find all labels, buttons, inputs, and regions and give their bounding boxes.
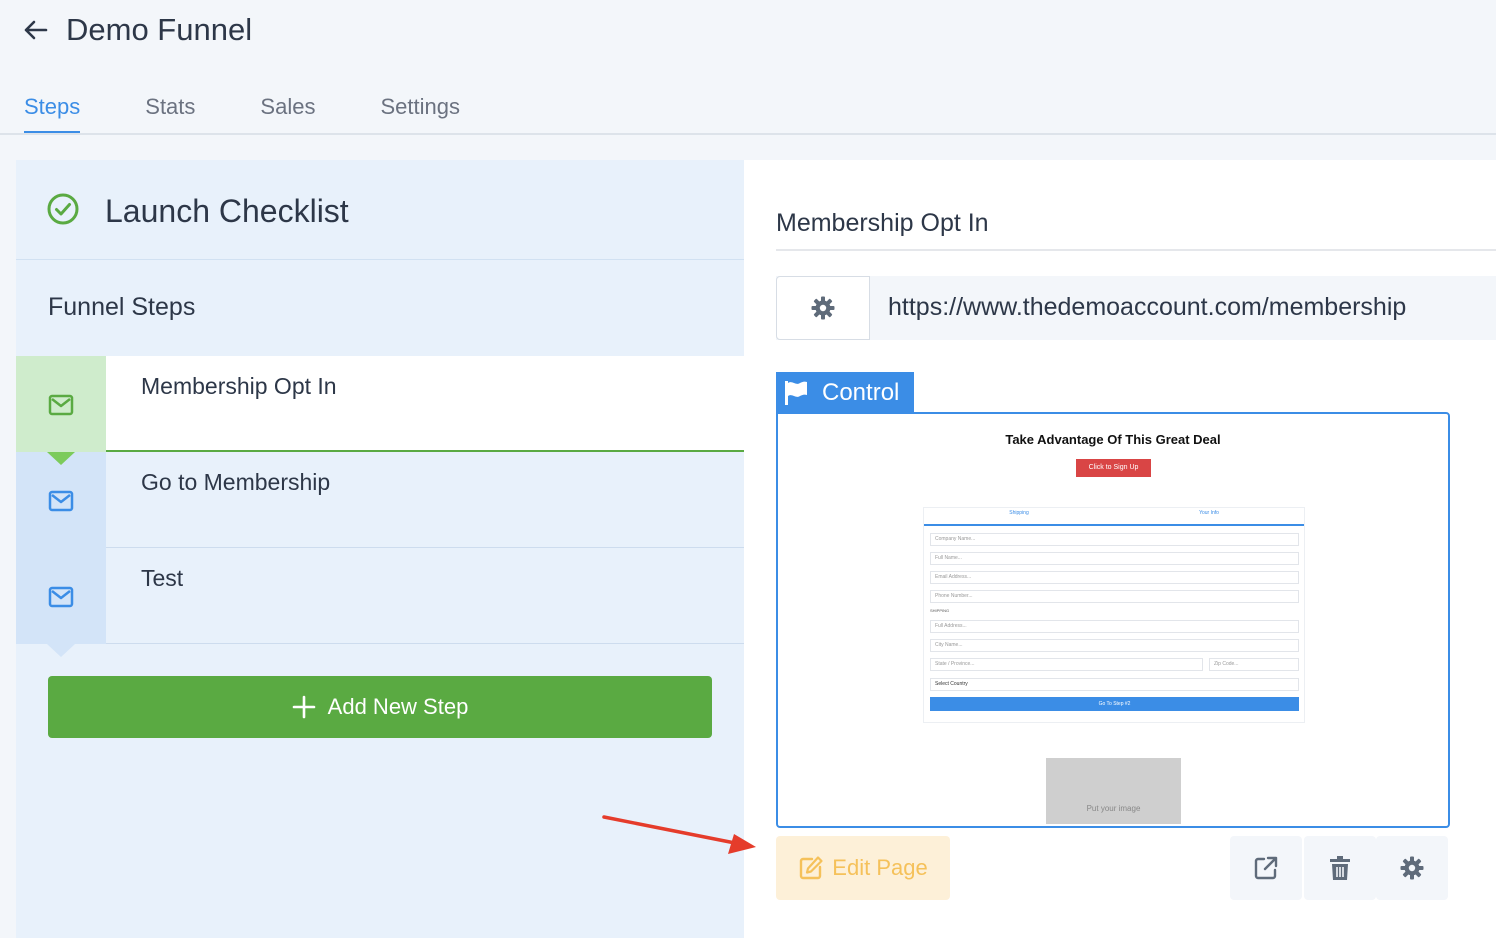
preview-field: Email Address...	[930, 571, 1299, 584]
add-new-step-button[interactable]: Add New Step	[48, 676, 712, 738]
external-link-icon	[1254, 856, 1278, 880]
envelope-icon	[48, 490, 74, 512]
funnel-step-membership-opt-in[interactable]: Membership Opt In	[16, 356, 744, 465]
header-divider	[0, 133, 1496, 135]
step-icon-column	[16, 452, 106, 548]
launch-checklist[interactable]: Launch Checklist	[16, 160, 744, 260]
variant-label: Control	[822, 378, 900, 406]
tab-stats[interactable]: Stats	[145, 92, 195, 134]
url-settings-button[interactable]	[776, 276, 870, 340]
envelope-icon	[48, 394, 74, 416]
open-page-button[interactable]	[1230, 836, 1302, 900]
preview-image-placeholder: Put your image	[1046, 758, 1181, 824]
check-circle-icon	[46, 192, 80, 226]
edit-page-button[interactable]: Edit Page	[776, 836, 950, 900]
edit-icon	[800, 856, 823, 880]
preview-field: Select Country	[930, 678, 1299, 691]
funnel-step-go-to-membership[interactable]: Go to Membership	[16, 452, 744, 561]
funnel-steps-heading: Funnel Steps	[48, 293, 196, 321]
preview-submit-button: Go To Step #2	[930, 697, 1299, 711]
step-label: Test	[141, 565, 184, 591]
preview-shipping-label: SHIPPING	[930, 608, 950, 613]
tab-sales[interactable]: Sales	[260, 92, 315, 134]
variant-control-tab[interactable]: Control	[776, 372, 914, 413]
step-notch	[47, 548, 75, 561]
step-icon-column	[16, 356, 106, 452]
preview-field: State / Province...	[930, 658, 1203, 671]
step-label: Membership Opt In	[141, 373, 337, 399]
step-icon-column	[16, 548, 106, 644]
preview-field: Zip Code...	[1209, 658, 1299, 671]
url-bar: https://www.thedemoaccount.com/membershi…	[776, 276, 1496, 340]
preview-field: Phone Number...	[930, 590, 1299, 603]
preview-field: Company Name...	[930, 533, 1299, 546]
tab-settings[interactable]: Settings	[380, 92, 460, 134]
page-preview-thumbnail[interactable]: Take Advantage Of This Great Deal Click …	[776, 412, 1450, 828]
flag-icon	[785, 380, 807, 405]
tab-steps[interactable]: Steps	[24, 92, 81, 134]
back-arrow-icon[interactable]	[20, 14, 52, 46]
step-notch	[47, 644, 75, 657]
preview-tab-shipping: Shipping	[1009, 510, 1029, 516]
page-header: Demo Funnel Steps Stats Sales Settings	[0, 0, 1496, 134]
preview-field: Full Name...	[930, 552, 1299, 565]
step-label: Go to Membership	[141, 469, 331, 495]
plus-icon	[292, 695, 315, 719]
edit-page-label: Edit Page	[832, 855, 928, 880]
preview-field: Full Address...	[930, 620, 1299, 633]
preview-headline: Take Advantage Of This Great Deal	[1005, 432, 1221, 447]
preview-order-form: Shipping Your Info Company Name... Full …	[923, 507, 1305, 723]
launch-checklist-label: Launch Checklist	[105, 193, 349, 229]
page-name: Membership Opt In	[776, 209, 989, 237]
annotation-arrow-icon	[602, 815, 756, 854]
funnel-title: Demo Funnel	[66, 12, 253, 47]
trash-icon	[1330, 856, 1350, 880]
variant-settings-button[interactable]	[1376, 836, 1448, 900]
envelope-icon	[48, 586, 74, 608]
funnel-step-test[interactable]: Test	[16, 548, 744, 657]
add-new-step-label: Add New Step	[327, 694, 469, 719]
step-detail-panel: Membership Opt In https://www.thedemoacc…	[744, 160, 1496, 938]
page-name-underline	[776, 249, 1496, 251]
delete-variant-button[interactable]	[1304, 836, 1376, 900]
preview-field: City Name...	[930, 639, 1299, 652]
tab-bar: Steps Stats Sales Settings	[24, 92, 525, 134]
gear-icon	[811, 296, 835, 320]
preview-cta-button: Click to Sign Up	[1076, 459, 1151, 477]
page-url[interactable]: https://www.thedemoaccount.com/membershi…	[888, 293, 1406, 322]
step-notch	[47, 452, 75, 465]
step-divider	[106, 643, 744, 644]
preview-tab-info: Your Info	[1199, 510, 1219, 516]
gear-icon	[1400, 856, 1424, 880]
preview-form-tabs: Shipping Your Info	[924, 508, 1304, 526]
